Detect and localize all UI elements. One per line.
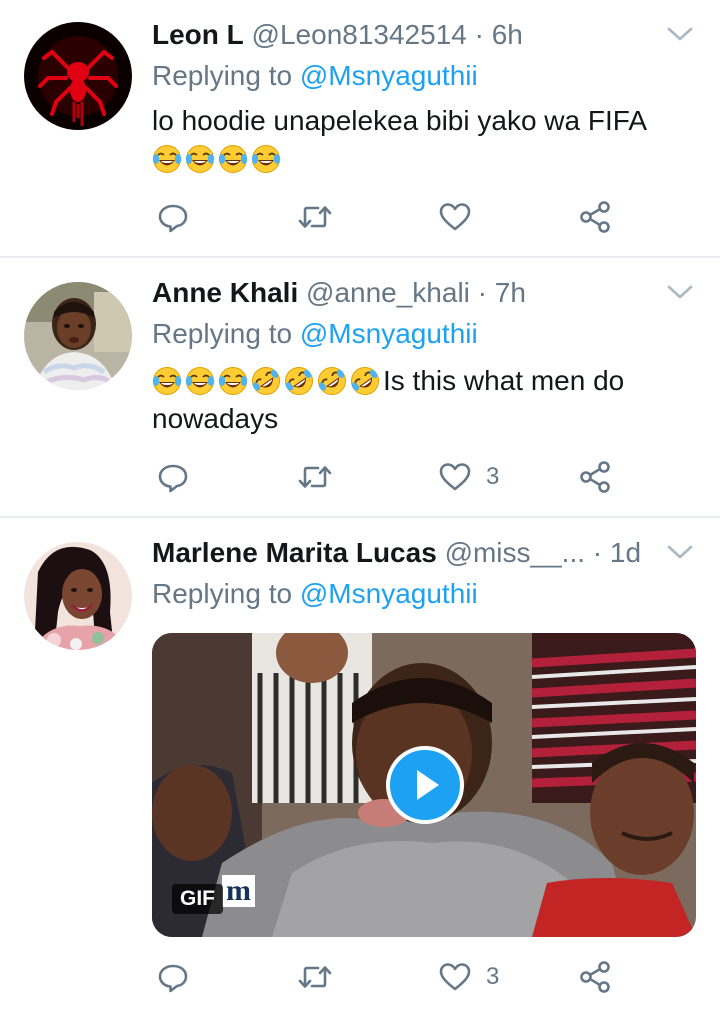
replying-to: Replying to @Msnyaguthii [152, 59, 478, 93]
avatar[interactable] [24, 542, 132, 650]
share-icon [578, 960, 612, 994]
display-name[interactable]: Marlene Marita Lucas [152, 537, 437, 568]
display-name[interactable]: Leon L [152, 19, 244, 50]
mention-link[interactable]: @Msnyaguthii [300, 578, 478, 609]
reply-icon [156, 960, 190, 994]
replying-to: Replying to @Msnyaguthii [152, 577, 478, 611]
spider-logo-avatar-image [24, 22, 132, 130]
share-button[interactable] [578, 197, 612, 237]
reply-button[interactable] [156, 957, 190, 997]
gif-media-card[interactable]: m GIF [152, 633, 696, 937]
like-button[interactable] [438, 197, 486, 237]
heart-icon [438, 960, 472, 994]
user-handle[interactable]: @anne_khali [306, 277, 470, 308]
chevron-down-icon[interactable] [666, 24, 694, 44]
tweet-actions: 3 [152, 457, 652, 497]
face-with-tears-of-joy-icon [218, 366, 248, 396]
reply-icon [156, 200, 190, 234]
retweet-icon [298, 960, 332, 994]
share-button[interactable] [578, 957, 612, 997]
user-handle[interactable]: @Leon81342514 [252, 19, 467, 50]
heart-icon [438, 460, 472, 494]
chevron-down-icon[interactable] [666, 542, 694, 562]
like-button[interactable]: 3 [438, 957, 499, 997]
tweet-actions [152, 197, 652, 237]
retweet-button[interactable] [298, 957, 332, 997]
replying-to-label: Replying to [152, 578, 293, 609]
replying-to: Replying to @Msnyaguthii [152, 317, 478, 351]
mention-link[interactable]: @Msnyaguthii [300, 60, 478, 91]
reply-button[interactable] [156, 457, 190, 497]
tweet-text-content: lo hoodie unapelekea bibi yako wa FIFA [152, 105, 647, 136]
share-button[interactable] [578, 457, 612, 497]
tweet-text: Is this what men do nowadays [152, 362, 694, 438]
avatar[interactable] [24, 282, 132, 390]
tweet[interactable]: Leon L @Leon81342514 · 6h Replying to @M… [0, 0, 720, 258]
mention-link[interactable]: @Msnyaguthii [300, 318, 478, 349]
watermark-logo: m [222, 875, 255, 907]
avatar[interactable] [24, 22, 132, 130]
like-count: 3 [486, 963, 500, 990]
face-with-tears-of-joy-icon [152, 144, 182, 174]
rolling-on-floor-laughing-icon [284, 366, 314, 396]
retweet-button[interactable] [298, 457, 332, 497]
tweet-text: lo hoodie unapelekea bibi yako wa FIFA [152, 102, 694, 178]
chevron-down-icon[interactable] [666, 282, 694, 302]
play-triangle-icon [417, 770, 439, 800]
display-name[interactable]: Anne Khali [152, 277, 298, 308]
retweet-button[interactable] [298, 197, 332, 237]
rolling-on-floor-laughing-icon [317, 366, 347, 396]
tweet-header: Anne Khali @anne_khali · 7h [152, 276, 650, 310]
rolling-on-floor-laughing-icon [251, 366, 281, 396]
replying-to-label: Replying to [152, 318, 293, 349]
face-with-tears-of-joy-icon [251, 144, 281, 174]
tweet[interactable]: Anne Khali @anne_khali · 7h Replying to … [0, 258, 720, 518]
gif-badge: GIF [172, 884, 223, 914]
rolling-on-floor-laughing-icon [350, 366, 380, 396]
tweet-header: Leon L @Leon81342514 · 6h [152, 18, 650, 52]
profile-photo-avatar-image [24, 542, 132, 650]
heart-icon [438, 200, 472, 234]
like-count: 3 [486, 463, 500, 490]
retweet-icon [298, 460, 332, 494]
timestamp[interactable]: · 1d [593, 537, 641, 568]
share-icon [578, 460, 612, 494]
reply-icon [156, 460, 190, 494]
face-with-tears-of-joy-icon [185, 144, 215, 174]
tweet-actions: 3 [152, 957, 652, 997]
like-button[interactable]: 3 [438, 457, 499, 497]
face-with-tears-of-joy-icon [185, 366, 215, 396]
timestamp[interactable]: · 6h [475, 19, 523, 50]
replying-to-label: Replying to [152, 60, 293, 91]
face-with-tears-of-joy-icon [152, 366, 182, 396]
tweet-header: Marlene Marita Lucas @miss__... · 1d [152, 536, 650, 570]
profile-photo-avatar-image [24, 282, 132, 390]
user-handle[interactable]: @miss__... [445, 537, 585, 568]
reply-button[interactable] [156, 197, 190, 237]
share-icon [578, 200, 612, 234]
face-with-tears-of-joy-icon [218, 144, 248, 174]
play-icon[interactable] [386, 746, 464, 824]
retweet-icon [298, 200, 332, 234]
timestamp[interactable]: · 7h [478, 277, 526, 308]
